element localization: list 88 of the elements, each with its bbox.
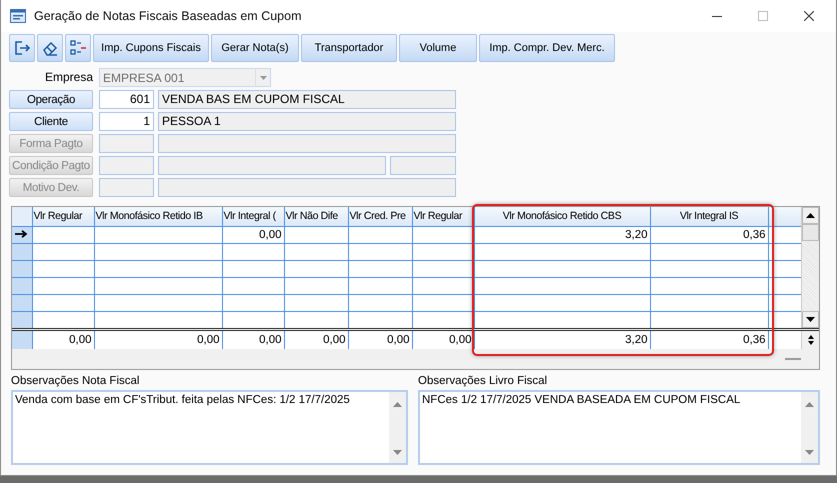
arrow-icon <box>15 230 28 238</box>
total-cell: 0,00 <box>284 331 348 349</box>
description-field: VENDA BAS EM CUPOM FISCAL <box>158 90 456 109</box>
toolbar-button[interactable]: Imp. Compr. Dev. Merc. <box>479 34 615 62</box>
total-cell: 0,00 <box>94 331 222 349</box>
table-cell <box>32 226 94 243</box>
table-cell: 0,36 <box>650 226 768 243</box>
scrollbar[interactable] <box>801 207 819 328</box>
table-cell <box>348 226 412 243</box>
lookup-button[interactable]: Cliente <box>9 112 93 131</box>
table-cell <box>412 277 474 294</box>
column-header[interactable]: Vlr Integral ( <box>222 207 284 226</box>
column-header <box>768 207 801 226</box>
table-cell <box>32 243 94 260</box>
down-arrow-icon <box>393 450 402 455</box>
up-arrow-icon <box>805 402 814 407</box>
exit-button[interactable] <box>9 34 35 62</box>
list-remove-button[interactable] <box>65 34 91 62</box>
total-cell: 0,00 <box>412 331 474 349</box>
field-label: Empresa <box>44 69 93 86</box>
toolbar-button[interactable]: Imp. Cupons Fiscais <box>93 34 209 62</box>
column-header[interactable]: Vlr Monofásico Retido CBS <box>474 207 650 226</box>
eraser-icon <box>41 39 59 57</box>
maximize-icon <box>758 11 768 21</box>
splitter-handle[interactable] <box>785 358 801 360</box>
scroll-thumb[interactable] <box>802 224 819 241</box>
table-cell <box>284 260 348 277</box>
caret-icon <box>260 76 266 80</box>
row-indicator[interactable] <box>12 226 32 243</box>
form-icon <box>10 9 26 23</box>
description-field: PESSOA 1 <box>158 112 456 131</box>
table-cell <box>348 243 412 260</box>
company-dropdown[interactable]: EMPRESA 001 <box>99 68 271 87</box>
table-cell <box>222 294 284 311</box>
down-arrow-icon <box>805 450 814 455</box>
toolbar-button[interactable]: Gerar Nota(s) <box>211 34 299 62</box>
column-header[interactable]: Vlr Regular <box>412 207 474 226</box>
table-cell <box>412 294 474 311</box>
list-remove-icon <box>69 39 87 57</box>
field-label: Observações Nota Fiscal <box>11 375 140 387</box>
column-header[interactable]: Vlr Regular <box>32 207 94 226</box>
row-header <box>12 331 32 349</box>
down-arrow-icon <box>806 317 815 322</box>
spinner[interactable] <box>801 331 819 349</box>
table-cell <box>348 277 412 294</box>
column-header[interactable]: Vlr Monofásico Retido IB <box>94 207 222 226</box>
table-cell <box>222 277 284 294</box>
code-field[interactable]: 1 <box>99 112 154 131</box>
table-cell <box>348 294 412 311</box>
up-arrow-icon <box>806 213 815 218</box>
table-cell <box>222 243 284 260</box>
table-cell <box>32 294 94 311</box>
table-cell <box>284 294 348 311</box>
table-cell <box>412 243 474 260</box>
code-field[interactable] <box>99 156 154 175</box>
total-cell: 0,36 <box>650 331 768 349</box>
exit-icon <box>13 39 31 57</box>
table-cell <box>32 260 94 277</box>
toolbar-button[interactable]: Transportador <box>301 34 397 62</box>
code-field[interactable]: 601 <box>99 90 154 109</box>
total-cell: 0,00 <box>348 331 412 349</box>
up-arrow-icon <box>393 402 402 407</box>
code-field[interactable] <box>99 134 154 153</box>
table-cell: 0,00 <box>222 226 284 243</box>
total-cell: 3,20 <box>474 331 650 349</box>
lookup-button[interactable]: Operação <box>9 90 93 109</box>
column-header[interactable]: Vlr Integral IS <box>650 207 768 226</box>
table-cell <box>32 277 94 294</box>
column-header[interactable]: Vlr Não Dife <box>284 207 348 226</box>
notes-textarea[interactable]: Venda com base em CF'sTribut. feita pelas NFCes: 1/2 17/7/2025 <box>11 390 408 465</box>
table-cell <box>222 260 284 277</box>
table-cell <box>284 277 348 294</box>
table-cell <box>412 226 474 243</box>
column-header[interactable]: Vlr Cred. Pre <box>348 207 412 226</box>
table-cell <box>348 260 412 277</box>
table-cell <box>284 226 348 243</box>
total-cell: 0,00 <box>222 331 284 349</box>
code-field[interactable] <box>99 178 154 197</box>
table-cell <box>284 243 348 260</box>
window-title: Geração de Notas Fiscais Baseadas em Cupom <box>34 9 302 23</box>
eraser-button[interactable] <box>37 34 63 62</box>
table-cell <box>412 260 474 277</box>
field-label: Observações Livro Fiscal <box>418 375 548 387</box>
table-cell: 3,20 <box>474 226 650 243</box>
notes-textarea[interactable]: NFCes 1/2 17/7/2025 VENDA BASEADA EM CUPOM FISCAL <box>418 390 820 465</box>
close-icon[interactable] <box>804 11 814 21</box>
total-cell: 0,00 <box>32 331 94 349</box>
toolbar-button[interactable]: Volume <box>399 34 477 62</box>
